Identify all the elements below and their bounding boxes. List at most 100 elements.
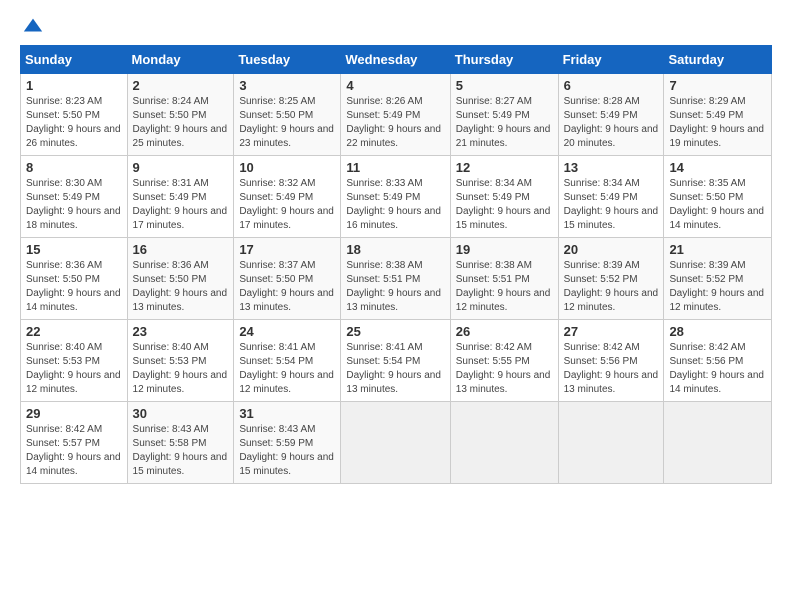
calendar-header-row: SundayMondayTuesdayWednesdayThursdayFrid…	[21, 46, 772, 74]
column-header-tuesday: Tuesday	[234, 46, 341, 74]
day-number: 10	[239, 160, 335, 175]
day-number: 27	[564, 324, 659, 339]
calendar-week-row: 1Sunrise: 8:23 AMSunset: 5:50 PMDaylight…	[21, 74, 772, 156]
day-number: 2	[133, 78, 229, 93]
day-number: 23	[133, 324, 229, 339]
day-info: Sunrise: 8:24 AMSunset: 5:50 PMDaylight:…	[133, 95, 229, 151]
calendar-cell: 21 Sunrise: 8:39 AMSunset: 5:52 PMDayligh…	[664, 238, 772, 320]
calendar-cell: 27 Sunrise: 8:42 AMSunset: 5:56 PMDayligh…	[558, 320, 664, 402]
calendar-cell: 24Sunrise: 8:41 AMSunset: 5:54 PMDayligh…	[234, 320, 341, 402]
calendar-body: 1Sunrise: 8:23 AMSunset: 5:50 PMDaylight…	[21, 74, 772, 484]
day-number: 19	[456, 242, 553, 257]
calendar-cell: 19 Sunrise: 8:38 AMSunset: 5:51 PMDayligh…	[450, 238, 558, 320]
day-info: Sunrise: 8:41 AMSunset: 5:54 PMDaylight:…	[239, 341, 335, 397]
calendar-cell: 9 Sunrise: 8:31 AMSunset: 5:49 PMDaylight…	[127, 156, 234, 238]
page-header	[20, 15, 772, 37]
day-info: Sunrise: 8:32 AMSunset: 5:49 PMDaylight:…	[239, 177, 335, 233]
day-number: 5	[456, 78, 553, 93]
calendar-cell	[664, 402, 772, 484]
calendar-week-row: 22 Sunrise: 8:40 AMSunset: 5:53 PMDayligh…	[21, 320, 772, 402]
calendar-cell: 12 Sunrise: 8:34 AMSunset: 5:49 PMDayligh…	[450, 156, 558, 238]
calendar-week-row: 15Sunrise: 8:36 AMSunset: 5:50 PMDayligh…	[21, 238, 772, 320]
day-info: Sunrise: 8:36 AMSunset: 5:50 PMDaylight:…	[133, 259, 229, 315]
day-number: 1	[26, 78, 122, 93]
day-number: 20	[564, 242, 659, 257]
day-number: 6	[564, 78, 659, 93]
calendar-cell: 28 Sunrise: 8:42 AMSunset: 5:56 PMDayligh…	[664, 320, 772, 402]
day-info: Sunrise: 8:41 AMSunset: 5:54 PMDaylight:…	[346, 341, 444, 397]
calendar-cell: 11Sunrise: 8:33 AMSunset: 5:49 PMDayligh…	[341, 156, 450, 238]
column-header-sunday: Sunday	[21, 46, 128, 74]
day-number: 22	[26, 324, 122, 339]
calendar-cell: 26 Sunrise: 8:42 AMSunset: 5:55 PMDayligh…	[450, 320, 558, 402]
day-info: Sunrise: 8:33 AMSunset: 5:49 PMDaylight:…	[346, 177, 444, 233]
day-number: 28	[669, 324, 766, 339]
calendar-table: SundayMondayTuesdayWednesdayThursdayFrid…	[20, 45, 772, 484]
logo	[20, 15, 44, 37]
calendar-cell: 5Sunrise: 8:27 AMSunset: 5:49 PMDaylight…	[450, 74, 558, 156]
day-info: Sunrise: 8:37 AMSunset: 5:50 PMDaylight:…	[239, 259, 335, 315]
day-number: 25	[346, 324, 444, 339]
logo-icon	[22, 15, 44, 37]
day-info: Sunrise: 8:39 AMSunset: 5:52 PMDaylight:…	[669, 259, 766, 315]
calendar-cell: 8 Sunrise: 8:30 AMSunset: 5:49 PMDaylight…	[21, 156, 128, 238]
calendar-cell: 31 Sunrise: 8:43 AMSunset: 5:59 PMDayligh…	[234, 402, 341, 484]
day-number: 26	[456, 324, 553, 339]
calendar-cell	[558, 402, 664, 484]
day-number: 7	[669, 78, 766, 93]
day-info: Sunrise: 8:39 AMSunset: 5:52 PMDaylight:…	[564, 259, 659, 315]
day-info: Sunrise: 8:25 AMSunset: 5:50 PMDaylight:…	[239, 95, 335, 151]
calendar-cell: 10 Sunrise: 8:32 AMSunset: 5:49 PMDayligh…	[234, 156, 341, 238]
calendar-cell: 3 Sunrise: 8:25 AMSunset: 5:50 PMDaylight…	[234, 74, 341, 156]
day-info: Sunrise: 8:42 AMSunset: 5:56 PMDaylight:…	[669, 341, 766, 397]
calendar-cell: 13 Sunrise: 8:34 AMSunset: 5:49 PMDayligh…	[558, 156, 664, 238]
day-number: 8	[26, 160, 122, 175]
calendar-cell: 30 Sunrise: 8:43 AMSunset: 5:58 PMDayligh…	[127, 402, 234, 484]
calendar-cell: 15Sunrise: 8:36 AMSunset: 5:50 PMDayligh…	[21, 238, 128, 320]
column-header-wednesday: Wednesday	[341, 46, 450, 74]
day-info: Sunrise: 8:40 AMSunset: 5:53 PMDaylight:…	[133, 341, 229, 397]
day-info: Sunrise: 8:26 AMSunset: 5:49 PMDaylight:…	[346, 95, 444, 151]
calendar-cell	[450, 402, 558, 484]
day-info: Sunrise: 8:43 AMSunset: 5:58 PMDaylight:…	[133, 423, 229, 479]
column-header-thursday: Thursday	[450, 46, 558, 74]
calendar-week-row: 8 Sunrise: 8:30 AMSunset: 5:49 PMDaylight…	[21, 156, 772, 238]
calendar-cell: 22 Sunrise: 8:40 AMSunset: 5:53 PMDayligh…	[21, 320, 128, 402]
day-number: 3	[239, 78, 335, 93]
day-info: Sunrise: 8:31 AMSunset: 5:49 PMDaylight:…	[133, 177, 229, 233]
day-number: 14	[669, 160, 766, 175]
calendar-cell	[341, 402, 450, 484]
column-header-saturday: Saturday	[664, 46, 772, 74]
day-info: Sunrise: 8:43 AMSunset: 5:59 PMDaylight:…	[239, 423, 335, 479]
day-info: Sunrise: 8:42 AMSunset: 5:56 PMDaylight:…	[564, 341, 659, 397]
day-number: 12	[456, 160, 553, 175]
day-info: Sunrise: 8:38 AMSunset: 5:51 PMDaylight:…	[456, 259, 553, 315]
calendar-cell: 4 Sunrise: 8:26 AMSunset: 5:49 PMDaylight…	[341, 74, 450, 156]
day-number: 16	[133, 242, 229, 257]
day-info: Sunrise: 8:34 AMSunset: 5:49 PMDaylight:…	[456, 177, 553, 233]
calendar-cell: 23 Sunrise: 8:40 AMSunset: 5:53 PMDayligh…	[127, 320, 234, 402]
day-number: 4	[346, 78, 444, 93]
day-info: Sunrise: 8:36 AMSunset: 5:50 PMDaylight:…	[26, 259, 122, 315]
day-info: Sunrise: 8:30 AMSunset: 5:49 PMDaylight:…	[26, 177, 122, 233]
day-info: Sunrise: 8:42 AMSunset: 5:57 PMDaylight:…	[26, 423, 122, 479]
column-header-monday: Monday	[127, 46, 234, 74]
day-info: Sunrise: 8:34 AMSunset: 5:49 PMDaylight:…	[564, 177, 659, 233]
day-info: Sunrise: 8:29 AMSunset: 5:49 PMDaylight:…	[669, 95, 766, 151]
day-number: 18	[346, 242, 444, 257]
day-number: 30	[133, 406, 229, 421]
calendar-week-row: 29Sunrise: 8:42 AMSunset: 5:57 PMDayligh…	[21, 402, 772, 484]
day-number: 31	[239, 406, 335, 421]
day-info: Sunrise: 8:28 AMSunset: 5:49 PMDaylight:…	[564, 95, 659, 151]
calendar-cell: 17Sunrise: 8:37 AMSunset: 5:50 PMDayligh…	[234, 238, 341, 320]
calendar-cell: 7 Sunrise: 8:29 AMSunset: 5:49 PMDaylight…	[664, 74, 772, 156]
day-number: 9	[133, 160, 229, 175]
calendar-cell: 1Sunrise: 8:23 AMSunset: 5:50 PMDaylight…	[21, 74, 128, 156]
calendar-cell: 20 Sunrise: 8:39 AMSunset: 5:52 PMDayligh…	[558, 238, 664, 320]
calendar-cell: 14Sunrise: 8:35 AMSunset: 5:50 PMDayligh…	[664, 156, 772, 238]
day-info: Sunrise: 8:42 AMSunset: 5:55 PMDaylight:…	[456, 341, 553, 397]
day-number: 13	[564, 160, 659, 175]
day-info: Sunrise: 8:40 AMSunset: 5:53 PMDaylight:…	[26, 341, 122, 397]
calendar-cell: 25 Sunrise: 8:41 AMSunset: 5:54 PMDayligh…	[341, 320, 450, 402]
day-number: 21	[669, 242, 766, 257]
